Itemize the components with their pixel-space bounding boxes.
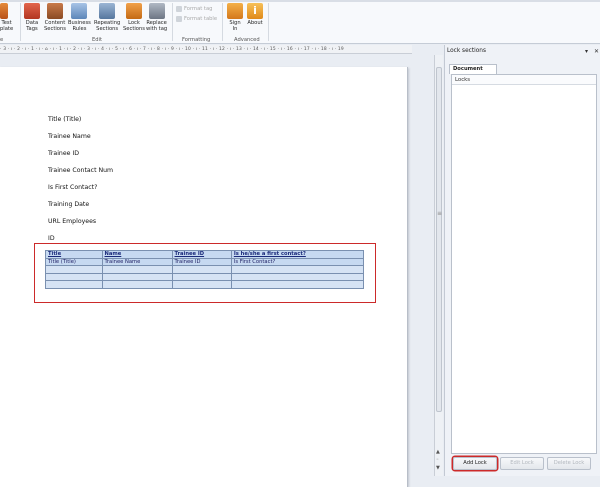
data-tags-button[interactable]: Data Tags bbox=[24, 3, 40, 33]
lock-sections-icon bbox=[125, 3, 142, 19]
document-area: Title (Title) Trainee Name Trainee ID Tr… bbox=[0, 55, 433, 487]
repeating-sections-label: Repeating Sections bbox=[94, 20, 121, 32]
field-url-employees[interactable]: URL Employees bbox=[48, 218, 96, 225]
format-table-label: Format table bbox=[184, 16, 218, 22]
business-rules-label: Business Rules bbox=[68, 20, 91, 32]
add-lock-button[interactable]: Add Lock bbox=[453, 457, 497, 470]
ribbon-top-border bbox=[0, 0, 600, 2]
sign-in-button[interactable]: Sign In bbox=[227, 3, 243, 33]
locks-list-header: Locks bbox=[452, 75, 596, 85]
table-cell[interactable]: Trainee ID bbox=[171, 257, 232, 266]
table-row bbox=[45, 272, 365, 281]
repeating-sections-button[interactable]: Repeating Sections bbox=[94, 3, 120, 33]
ribbon-separator bbox=[222, 3, 223, 41]
table-row bbox=[45, 280, 365, 289]
table-cell[interactable] bbox=[171, 280, 232, 289]
replace-with-tag-label: Replace with tag bbox=[146, 20, 168, 32]
ribbon-separator bbox=[172, 3, 173, 41]
field-id[interactable]: ID bbox=[48, 235, 55, 242]
replace-with-tag-icon bbox=[148, 3, 165, 19]
format-tag-label: Format tag bbox=[184, 6, 213, 12]
table-row: Title (Title) Trainee Name Trainee ID Is… bbox=[45, 257, 365, 266]
scroll-select-icon[interactable]: ◦ bbox=[436, 457, 439, 463]
table-cell[interactable]: Trainee Name bbox=[101, 257, 173, 266]
table-cell[interactable] bbox=[230, 272, 365, 281]
table-cell[interactable]: Title (Title) bbox=[45, 257, 103, 266]
scroll-down-icon[interactable]: ▼ bbox=[436, 465, 440, 471]
sign-in-icon bbox=[227, 3, 243, 19]
format-table-icon bbox=[176, 16, 182, 22]
table-cell[interactable] bbox=[171, 272, 232, 281]
group-label-e: e bbox=[0, 37, 4, 43]
content-sections-label: Content Sections bbox=[44, 20, 66, 32]
content-sections-icon bbox=[46, 3, 63, 19]
panel-menu-icon[interactable]: ▾ bbox=[585, 48, 588, 55]
test-template-label: Test plate bbox=[0, 20, 14, 32]
content-sections-button[interactable]: Content Sections bbox=[44, 3, 66, 33]
ribbon-separator bbox=[268, 3, 269, 41]
table-header-cell[interactable]: Trainee ID bbox=[171, 250, 232, 259]
about-button[interactable]: i About bbox=[247, 3, 263, 27]
table-cell[interactable] bbox=[101, 272, 173, 281]
business-rules-icon bbox=[71, 3, 88, 19]
field-title[interactable]: Title (Title) bbox=[48, 116, 81, 123]
field-is-first-contact[interactable]: Is First Contact? bbox=[48, 184, 97, 191]
format-table-button[interactable]: Format table bbox=[176, 16, 217, 22]
field-training-date[interactable]: Training Date bbox=[48, 201, 89, 208]
lock-sections-panel: Lock sections ▾ ✕ Document Locks Locks A… bbox=[444, 45, 600, 476]
scroll-up-icon[interactable]: ▲ bbox=[436, 449, 440, 455]
data-tags-label: Data Tags bbox=[25, 20, 39, 32]
horizontal-ruler[interactable]: · 3 · ı · 2 · ı · 1 · ı · ⌂ · ı · 1 · ı … bbox=[0, 45, 412, 54]
table-header-cell[interactable]: Is he/she a first contact? bbox=[230, 250, 365, 259]
table-cell[interactable]: Is First Contact? bbox=[230, 257, 365, 266]
table-cell[interactable] bbox=[101, 265, 173, 274]
table-cell[interactable] bbox=[45, 272, 103, 281]
replace-with-tag-button[interactable]: Replace with tag bbox=[146, 3, 167, 33]
lock-sections-button[interactable]: Lock Sections bbox=[123, 3, 145, 33]
repeating-table[interactable]: Title Name Trainee ID Is he/she a first … bbox=[45, 250, 365, 289]
scrollbar-grip-icon: ≡ bbox=[437, 210, 443, 217]
ribbon-separator bbox=[20, 3, 21, 41]
table-header-cell[interactable]: Name bbox=[101, 250, 173, 259]
edit-lock-button[interactable]: Edit Lock bbox=[500, 457, 544, 470]
table-cell[interactable] bbox=[230, 265, 365, 274]
repeating-sections-icon bbox=[99, 3, 116, 19]
group-label-advanced: Advanced bbox=[234, 37, 260, 43]
table-header-cell[interactable]: Title bbox=[45, 250, 103, 259]
scrollbar-thumb[interactable] bbox=[436, 67, 442, 412]
table-cell[interactable] bbox=[230, 280, 365, 289]
format-tag-button[interactable]: Format tag bbox=[176, 6, 212, 12]
close-icon[interactable]: ✕ bbox=[594, 48, 599, 55]
test-template-icon bbox=[0, 3, 8, 19]
table-cell[interactable] bbox=[45, 265, 103, 274]
lock-sections-label: Lock Sections bbox=[123, 20, 145, 32]
table-header-row: Title Name Trainee ID Is he/she a first … bbox=[45, 250, 365, 259]
delete-lock-button[interactable]: Delete Lock bbox=[547, 457, 591, 470]
tab-document-locks[interactable]: Document Locks bbox=[449, 64, 497, 81]
field-trainee-id[interactable]: Trainee ID bbox=[48, 150, 79, 157]
table-cell[interactable] bbox=[101, 280, 173, 289]
business-rules-button[interactable]: Business Rules bbox=[68, 3, 91, 33]
panel-title: Lock sections bbox=[447, 48, 486, 54]
table-cell[interactable] bbox=[45, 280, 103, 289]
field-trainee-name[interactable]: Trainee Name bbox=[48, 133, 91, 140]
group-label-formatting: Formatting bbox=[182, 37, 211, 43]
about-label: About bbox=[247, 20, 263, 26]
table-row bbox=[45, 265, 365, 274]
field-trainee-contact-num[interactable]: Trainee Contact Num bbox=[48, 167, 113, 174]
format-tag-icon bbox=[176, 6, 182, 12]
sign-in-label: Sign In bbox=[229, 20, 241, 32]
data-tags-icon bbox=[24, 3, 40, 19]
about-icon: i bbox=[247, 3, 263, 19]
table-cell[interactable] bbox=[171, 265, 232, 274]
locks-list[interactable]: Locks bbox=[451, 74, 597, 454]
vertical-scrollbar[interactable] bbox=[434, 55, 443, 476]
test-template-button[interactable]: Test plate bbox=[0, 3, 13, 33]
group-label-edit: Edit bbox=[92, 37, 103, 43]
ribbon: Test plate e Data Tags Content Sections … bbox=[0, 0, 600, 44]
document-page[interactable]: Title (Title) Trainee Name Trainee ID Tr… bbox=[0, 67, 408, 487]
